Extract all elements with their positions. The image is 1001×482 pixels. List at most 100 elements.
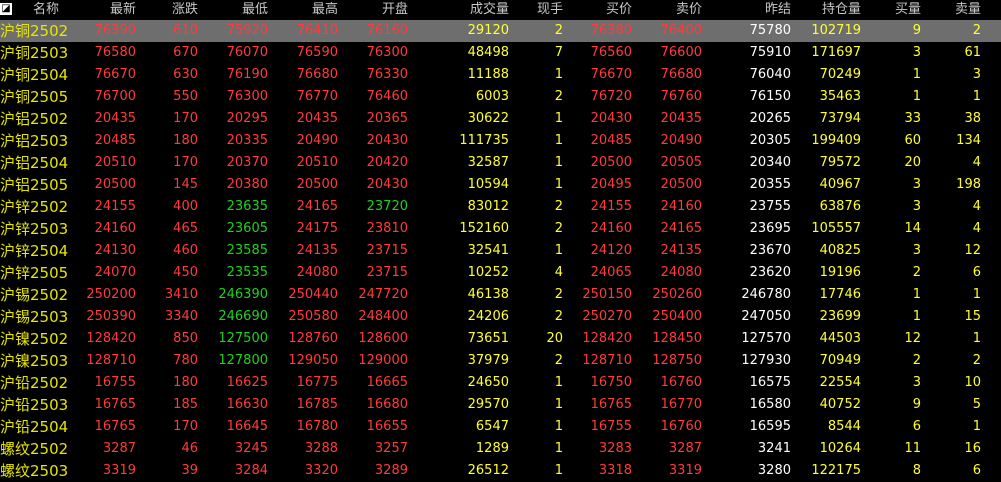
table-row[interactable]: 沪铜2503 76580 670 76070 76590 76300 48498 7 76560… — [0, 42, 1001, 64]
cell-ask-volume: 15 — [964, 309, 981, 324]
table-row[interactable]: 沪锌2502 24155 400 23635 24165 23720 83012 2 24155… — [0, 196, 1001, 218]
cell-high: 128760 — [288, 331, 338, 346]
cell-low: 75920 — [226, 23, 268, 38]
cell-change: 170 — [173, 155, 198, 170]
table-row[interactable]: 沪铜2502 76390 610 75920 76410 76160 29120 2 76380… — [0, 20, 1001, 42]
header-low[interactable]: 最低 — [198, 0, 268, 20]
table-row[interactable]: 沪铝2503 20485 180 20335 20490 20430 111735 1 2048… — [0, 130, 1001, 152]
cell-open: 16680 — [366, 397, 408, 412]
cell-ask: 20505 — [660, 155, 702, 170]
header-prev-settle[interactable]: 昨结 — [721, 0, 791, 20]
cell-bid: 76670 — [590, 67, 632, 82]
table-row[interactable]: 沪铝2504 20510 170 20370 20510 20420 32587 1 20500… — [0, 152, 1001, 174]
cell-ask: 24165 — [660, 221, 702, 236]
cell-bid: 250270 — [582, 309, 632, 324]
header-open[interactable]: 开盘 — [338, 0, 408, 20]
cell-change: 3340 — [164, 309, 198, 324]
table-row[interactable]: 沪锌2504 24130 460 23585 24135 23715 32541 1 24120… — [0, 240, 1001, 262]
table-row[interactable]: 沪铝2505 20500 145 20380 20500 20430 10594 1 20495… — [0, 174, 1001, 196]
cell-high: 76680 — [296, 67, 338, 82]
cell-ask: 16760 — [660, 419, 702, 434]
cell-prev-settle: 127570 — [741, 331, 791, 346]
table-row[interactable]: 螺纹2502 3287 46 3245 3288 3257 1289 1 3283 3287 324… — [0, 438, 1001, 460]
cell-prev-settle: 247050 — [741, 309, 791, 324]
table-row[interactable]: 沪铝2502 20435 170 20295 20435 20365 30622 1 20430… — [0, 108, 1001, 130]
cell-bid: 16755 — [590, 419, 632, 434]
cell-open: 20430 — [366, 133, 408, 148]
cell-change: 465 — [173, 221, 198, 236]
cell-ask: 76680 — [660, 67, 702, 82]
cell-current-lot: 1 — [554, 375, 563, 390]
cell-high: 76590 — [296, 45, 338, 60]
table-row[interactable]: 沪镍2503 128710 780 127800 129050 129000 37979 2 1… — [0, 350, 1001, 372]
cell-bid: 16765 — [590, 397, 632, 412]
cell-prev-settle: 20355 — [749, 177, 791, 192]
cell-prev-settle: 75780 — [749, 23, 791, 38]
table-row[interactable]: 螺纹2503 3319 39 3284 3320 3289 26512 1 3318 3319 32… — [0, 460, 1001, 482]
cell-prev-settle: 20305 — [749, 133, 791, 148]
cell-prev-settle: 246780 — [741, 287, 791, 302]
cell-high: 24165 — [296, 199, 338, 214]
cell-ask-volume: 4 — [972, 199, 981, 214]
cell-ask: 128750 — [652, 353, 702, 368]
table-row[interactable]: 沪铅2504 16765 170 16645 16780 16655 6547 1 16755 1… — [0, 416, 1001, 438]
table-row[interactable]: 沪铜2504 76670 630 76190 76680 76330 11188 1 76670… — [0, 64, 1001, 86]
cell-ask: 24135 — [660, 243, 702, 258]
cell-ask: 16770 — [660, 397, 702, 412]
cell-bid: 128420 — [582, 331, 632, 346]
cell-current-lot: 2 — [554, 309, 563, 324]
cell-ask: 76400 — [660, 23, 702, 38]
cell-low: 20370 — [226, 155, 268, 170]
cell-ask-volume: 1 — [972, 331, 981, 346]
table-row[interactable]: 沪锡2503 250390 3340 246690 250580 248400 24206 2… — [0, 306, 1001, 328]
header-current-lot[interactable]: 现手 — [493, 0, 563, 20]
cell-prev-settle: 23695 — [749, 221, 791, 236]
cell-bid: 16750 — [590, 375, 632, 390]
header-high[interactable]: 最高 — [268, 0, 338, 20]
cell-ask: 20500 — [660, 177, 702, 192]
cell-ask-volume: 3 — [972, 67, 981, 82]
cell-change: 170 — [173, 111, 198, 126]
table-row[interactable]: 沪铜2505 76700 550 76300 76770 76460 6003 2 76720 7… — [0, 86, 1001, 108]
cell-open: 128600 — [358, 331, 408, 346]
cell-low: 16645 — [226, 419, 268, 434]
cell-low: 16625 — [226, 375, 268, 390]
cell-current-lot: 20 — [546, 331, 563, 346]
cell-open: 3257 — [374, 441, 408, 456]
cell-bid: 76380 — [590, 23, 632, 38]
cell-high: 16785 — [296, 397, 338, 412]
cell-low: 16630 — [226, 397, 268, 412]
cell-current-lot: 1 — [554, 463, 563, 478]
cell-change: 550 — [173, 89, 198, 104]
table-row[interactable]: 沪镍2502 128420 850 127500 128760 128600 73651 20… — [0, 328, 1001, 350]
cell-change: 630 — [173, 67, 198, 82]
cell-ask-volume: 6 — [972, 463, 981, 478]
header-name[interactable]: 名称 — [20, 0, 72, 20]
cell-low: 246390 — [218, 287, 268, 302]
cell-current-lot: 1 — [554, 67, 563, 82]
cell-bid: 3283 — [598, 441, 632, 456]
cell-low: 3245 — [234, 441, 268, 456]
cell-low: 127500 — [218, 331, 268, 346]
cell-prev-settle: 16580 — [749, 397, 791, 412]
cell-open: 23720 — [366, 199, 408, 214]
header-last[interactable]: 最新 — [66, 0, 136, 20]
header-change[interactable]: 涨跌 — [128, 0, 198, 20]
cell-current-lot: 2 — [554, 287, 563, 302]
cell-change: 670 — [173, 45, 198, 60]
cell-prev-settle: 76040 — [749, 67, 791, 82]
header-bid[interactable]: 买价 — [562, 0, 632, 20]
header-ask-volume[interactable]: 卖量 — [911, 0, 981, 20]
table-row[interactable]: 沪铅2503 16765 185 16630 16785 16680 29570 1 16765… — [0, 394, 1001, 416]
cell-open: 76460 — [366, 89, 408, 104]
table-row[interactable]: 沪铅2502 16755 180 16625 16775 16665 24650 1 16750… — [0, 372, 1001, 394]
cell-change: 780 — [173, 353, 198, 368]
table-row[interactable]: 沪锌2503 24160 465 23605 24175 23810 152160 2 2416… — [0, 218, 1001, 240]
cell-bid: 20495 — [590, 177, 632, 192]
header-ask[interactable]: 卖价 — [632, 0, 702, 20]
cell-high: 129050 — [288, 353, 338, 368]
cell-change: 39 — [181, 463, 198, 478]
cell-open: 16655 — [366, 419, 408, 434]
table-row[interactable]: 沪锌2505 24070 450 23535 24080 23715 10252 4 24065… — [0, 262, 1001, 284]
table-row[interactable]: 沪锡2502 250200 3410 246390 250440 247720 46138 2… — [0, 284, 1001, 306]
